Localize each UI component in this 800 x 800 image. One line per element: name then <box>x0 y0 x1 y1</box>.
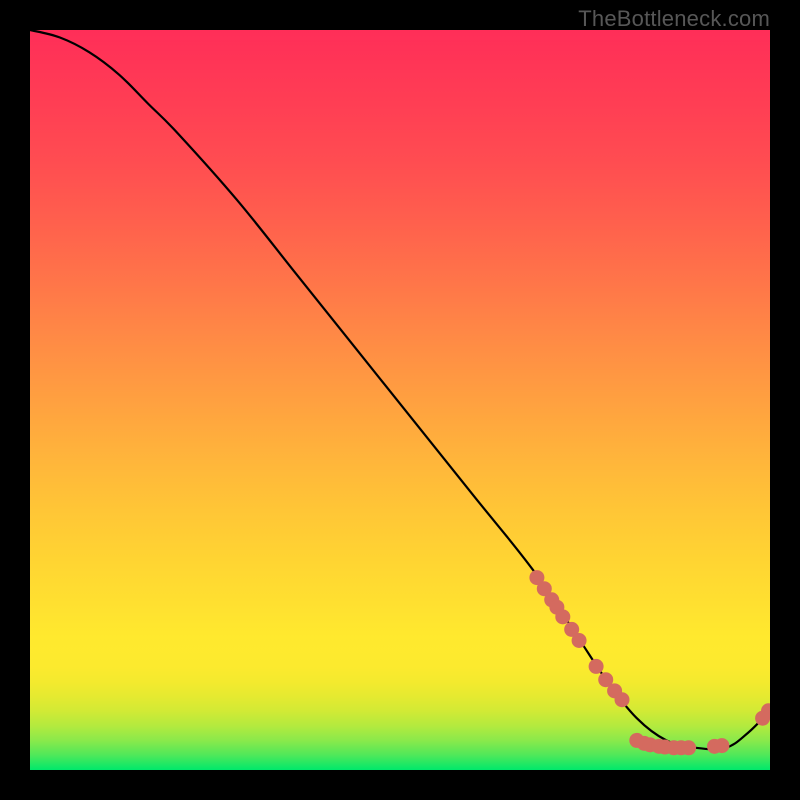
curve-marker <box>714 738 729 753</box>
curve-marker <box>589 659 604 674</box>
curve-marker <box>681 740 696 755</box>
plot-area <box>30 30 770 770</box>
chart-svg <box>30 30 770 770</box>
curve-marker <box>555 609 570 624</box>
curve-marker <box>615 692 630 707</box>
watermark-text: TheBottleneck.com <box>578 6 770 32</box>
chart-container: TheBottleneck.com <box>0 0 800 800</box>
curve-markers <box>529 570 770 755</box>
bottleneck-curve <box>30 30 770 749</box>
curve-marker <box>572 633 587 648</box>
